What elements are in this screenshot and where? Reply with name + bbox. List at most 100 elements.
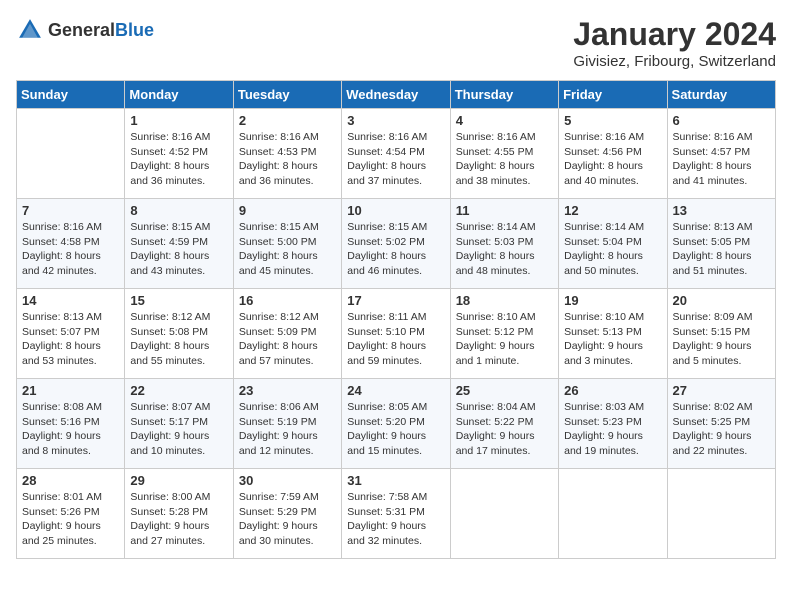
day-info: Sunrise: 8:12 AMSunset: 5:08 PMDaylight:… — [130, 310, 227, 369]
location-subtitle: Givisiez, Fribourg, Switzerland — [573, 53, 776, 70]
calendar-day-cell: 3 Sunrise: 8:16 AMSunset: 4:54 PMDaylight… — [342, 109, 450, 199]
month-title: January 2024 — [573, 16, 776, 53]
day-info: Sunrise: 8:16 AMSunset: 4:55 PMDaylight:… — [456, 130, 553, 189]
calendar-day-cell: 16 Sunrise: 8:12 AMSunset: 5:09 PMDayligh… — [233, 289, 341, 379]
weekday-header: Sunday — [17, 81, 125, 109]
calendar-day-cell: 29 Sunrise: 8:00 AMSunset: 5:28 PMDayligh… — [125, 469, 233, 559]
calendar-day-cell: 25 Sunrise: 8:04 AMSunset: 5:22 PMDayligh… — [450, 379, 558, 469]
day-info: Sunrise: 8:10 AMSunset: 5:13 PMDaylight:… — [564, 310, 661, 369]
calendar-day-cell: 26Sunrise: 8:03 AMSunset: 5:23 PMDayligh… — [559, 379, 667, 469]
day-info: Sunrise: 8:08 AMSunset: 5:16 PMDaylight:… — [22, 400, 119, 459]
day-info: Sunrise: 8:10 AMSunset: 5:12 PMDaylight:… — [456, 310, 553, 369]
calendar-day-cell: 22Sunrise: 8:07 AMSunset: 5:17 PMDayligh… — [125, 379, 233, 469]
weekday-header: Saturday — [667, 81, 775, 109]
calendar-day-cell: 23 Sunrise: 8:06 AMSunset: 5:19 PMDayligh… — [233, 379, 341, 469]
day-info: Sunrise: 8:16 AMSunset: 4:54 PMDaylight:… — [347, 130, 444, 189]
day-info: Sunrise: 8:14 AMSunset: 5:03 PMDaylight:… — [456, 220, 553, 279]
page-header: GeneralBlue January 2024 Givisiez, Fribo… — [16, 16, 776, 70]
day-number: 15 — [130, 293, 227, 308]
day-info: Sunrise: 8:00 AMSunset: 5:28 PMDaylight:… — [130, 490, 227, 549]
calendar-day-cell: 15 Sunrise: 8:12 AMSunset: 5:08 PMDayligh… — [125, 289, 233, 379]
weekday-header: Wednesday — [342, 81, 450, 109]
day-number: 16 — [239, 293, 336, 308]
day-number: 5 — [564, 113, 661, 128]
calendar-week-row: 7 Sunrise: 8:16 AMSunset: 4:58 PMDaylight… — [17, 199, 776, 289]
calendar-week-row: 14Sunrise: 8:13 AMSunset: 5:07 PMDayligh… — [17, 289, 776, 379]
weekday-header: Tuesday — [233, 81, 341, 109]
day-number: 24 — [347, 383, 444, 398]
day-number: 13 — [673, 203, 770, 218]
title-block: January 2024 Givisiez, Fribourg, Switzer… — [573, 16, 776, 70]
day-number: 18 — [456, 293, 553, 308]
calendar-day-cell: 9 Sunrise: 8:15 AMSunset: 5:00 PMDaylight… — [233, 199, 341, 289]
calendar-day-cell: 19Sunrise: 8:10 AMSunset: 5:13 PMDayligh… — [559, 289, 667, 379]
day-info: Sunrise: 8:13 AMSunset: 5:05 PMDaylight:… — [673, 220, 770, 279]
day-info: Sunrise: 8:11 AMSunset: 5:10 PMDaylight:… — [347, 310, 444, 369]
calendar-day-cell — [17, 109, 125, 199]
day-info: Sunrise: 8:12 AMSunset: 5:09 PMDaylight:… — [239, 310, 336, 369]
calendar-day-cell: 14Sunrise: 8:13 AMSunset: 5:07 PMDayligh… — [17, 289, 125, 379]
day-number: 21 — [22, 383, 119, 398]
logo-icon — [16, 16, 44, 44]
day-info: Sunrise: 8:16 AMSunset: 4:58 PMDaylight:… — [22, 220, 119, 279]
calendar-day-cell: 4 Sunrise: 8:16 AMSunset: 4:55 PMDaylight… — [450, 109, 558, 199]
day-number: 23 — [239, 383, 336, 398]
calendar-day-cell: 6 Sunrise: 8:16 AMSunset: 4:57 PMDaylight… — [667, 109, 775, 199]
day-info: Sunrise: 8:09 AMSunset: 5:15 PMDaylight:… — [673, 310, 770, 369]
day-number: 3 — [347, 113, 444, 128]
calendar-day-cell: 2Sunrise: 8:16 AMSunset: 4:53 PMDaylight… — [233, 109, 341, 199]
day-info: Sunrise: 7:58 AMSunset: 5:31 PMDaylight:… — [347, 490, 444, 549]
day-info: Sunrise: 8:14 AMSunset: 5:04 PMDaylight:… — [564, 220, 661, 279]
day-info: Sunrise: 8:04 AMSunset: 5:22 PMDaylight:… — [456, 400, 553, 459]
day-number: 6 — [673, 113, 770, 128]
day-number: 17 — [347, 293, 444, 308]
day-info: Sunrise: 8:15 AMSunset: 5:02 PMDaylight:… — [347, 220, 444, 279]
day-number: 12 — [564, 203, 661, 218]
calendar-day-cell: 7 Sunrise: 8:16 AMSunset: 4:58 PMDaylight… — [17, 199, 125, 289]
calendar-day-cell — [450, 469, 558, 559]
weekday-header: Monday — [125, 81, 233, 109]
day-info: Sunrise: 8:15 AMSunset: 5:00 PMDaylight:… — [239, 220, 336, 279]
calendar-day-cell: 1Sunrise: 8:16 AMSunset: 4:52 PMDaylight… — [125, 109, 233, 199]
day-number: 4 — [456, 113, 553, 128]
day-number: 1 — [130, 113, 227, 128]
calendar-table: SundayMondayTuesdayWednesdayThursdayFrid… — [16, 80, 776, 559]
day-number: 27 — [673, 383, 770, 398]
calendar-day-cell: 28 Sunrise: 8:01 AMSunset: 5:26 PMDayligh… — [17, 469, 125, 559]
logo: GeneralBlue — [16, 16, 154, 44]
weekday-header-row: SundayMondayTuesdayWednesdayThursdayFrid… — [17, 81, 776, 109]
logo-general-text: General — [48, 20, 115, 40]
day-number: 28 — [22, 473, 119, 488]
calendar-week-row: 28 Sunrise: 8:01 AMSunset: 5:26 PMDayligh… — [17, 469, 776, 559]
calendar-day-cell: 8Sunrise: 8:15 AMSunset: 4:59 PMDaylight… — [125, 199, 233, 289]
day-info: Sunrise: 7:59 AMSunset: 5:29 PMDaylight:… — [239, 490, 336, 549]
day-number: 25 — [456, 383, 553, 398]
day-info: Sunrise: 8:16 AMSunset: 4:57 PMDaylight:… — [673, 130, 770, 189]
calendar-day-cell: 18 Sunrise: 8:10 AMSunset: 5:12 PMDayligh… — [450, 289, 558, 379]
day-number: 9 — [239, 203, 336, 218]
day-number: 7 — [22, 203, 119, 218]
day-number: 10 — [347, 203, 444, 218]
calendar-day-cell: 21 Sunrise: 8:08 AMSunset: 5:16 PMDayligh… — [17, 379, 125, 469]
day-info: Sunrise: 8:05 AMSunset: 5:20 PMDaylight:… — [347, 400, 444, 459]
calendar-day-cell — [559, 469, 667, 559]
calendar-week-row: 1Sunrise: 8:16 AMSunset: 4:52 PMDaylight… — [17, 109, 776, 199]
day-number: 31 — [347, 473, 444, 488]
day-number: 30 — [239, 473, 336, 488]
day-number: 11 — [456, 203, 553, 218]
day-info: Sunrise: 8:07 AMSunset: 5:17 PMDaylight:… — [130, 400, 227, 459]
day-number: 26 — [564, 383, 661, 398]
calendar-day-cell: 27 Sunrise: 8:02 AMSunset: 5:25 PMDayligh… — [667, 379, 775, 469]
day-info: Sunrise: 8:06 AMSunset: 5:19 PMDaylight:… — [239, 400, 336, 459]
calendar-day-cell: 24 Sunrise: 8:05 AMSunset: 5:20 PMDayligh… — [342, 379, 450, 469]
day-info: Sunrise: 8:16 AMSunset: 4:56 PMDaylight:… — [564, 130, 661, 189]
calendar-day-cell: 13 Sunrise: 8:13 AMSunset: 5:05 PMDayligh… — [667, 199, 775, 289]
day-info: Sunrise: 8:02 AMSunset: 5:25 PMDaylight:… — [673, 400, 770, 459]
weekday-header: Friday — [559, 81, 667, 109]
day-number: 8 — [130, 203, 227, 218]
calendar-day-cell: 30 Sunrise: 7:59 AMSunset: 5:29 PMDayligh… — [233, 469, 341, 559]
day-info: Sunrise: 8:01 AMSunset: 5:26 PMDaylight:… — [22, 490, 119, 549]
day-number: 29 — [130, 473, 227, 488]
calendar-day-cell: 5 Sunrise: 8:16 AMSunset: 4:56 PMDaylight… — [559, 109, 667, 199]
calendar-day-cell: 20Sunrise: 8:09 AMSunset: 5:15 PMDayligh… — [667, 289, 775, 379]
